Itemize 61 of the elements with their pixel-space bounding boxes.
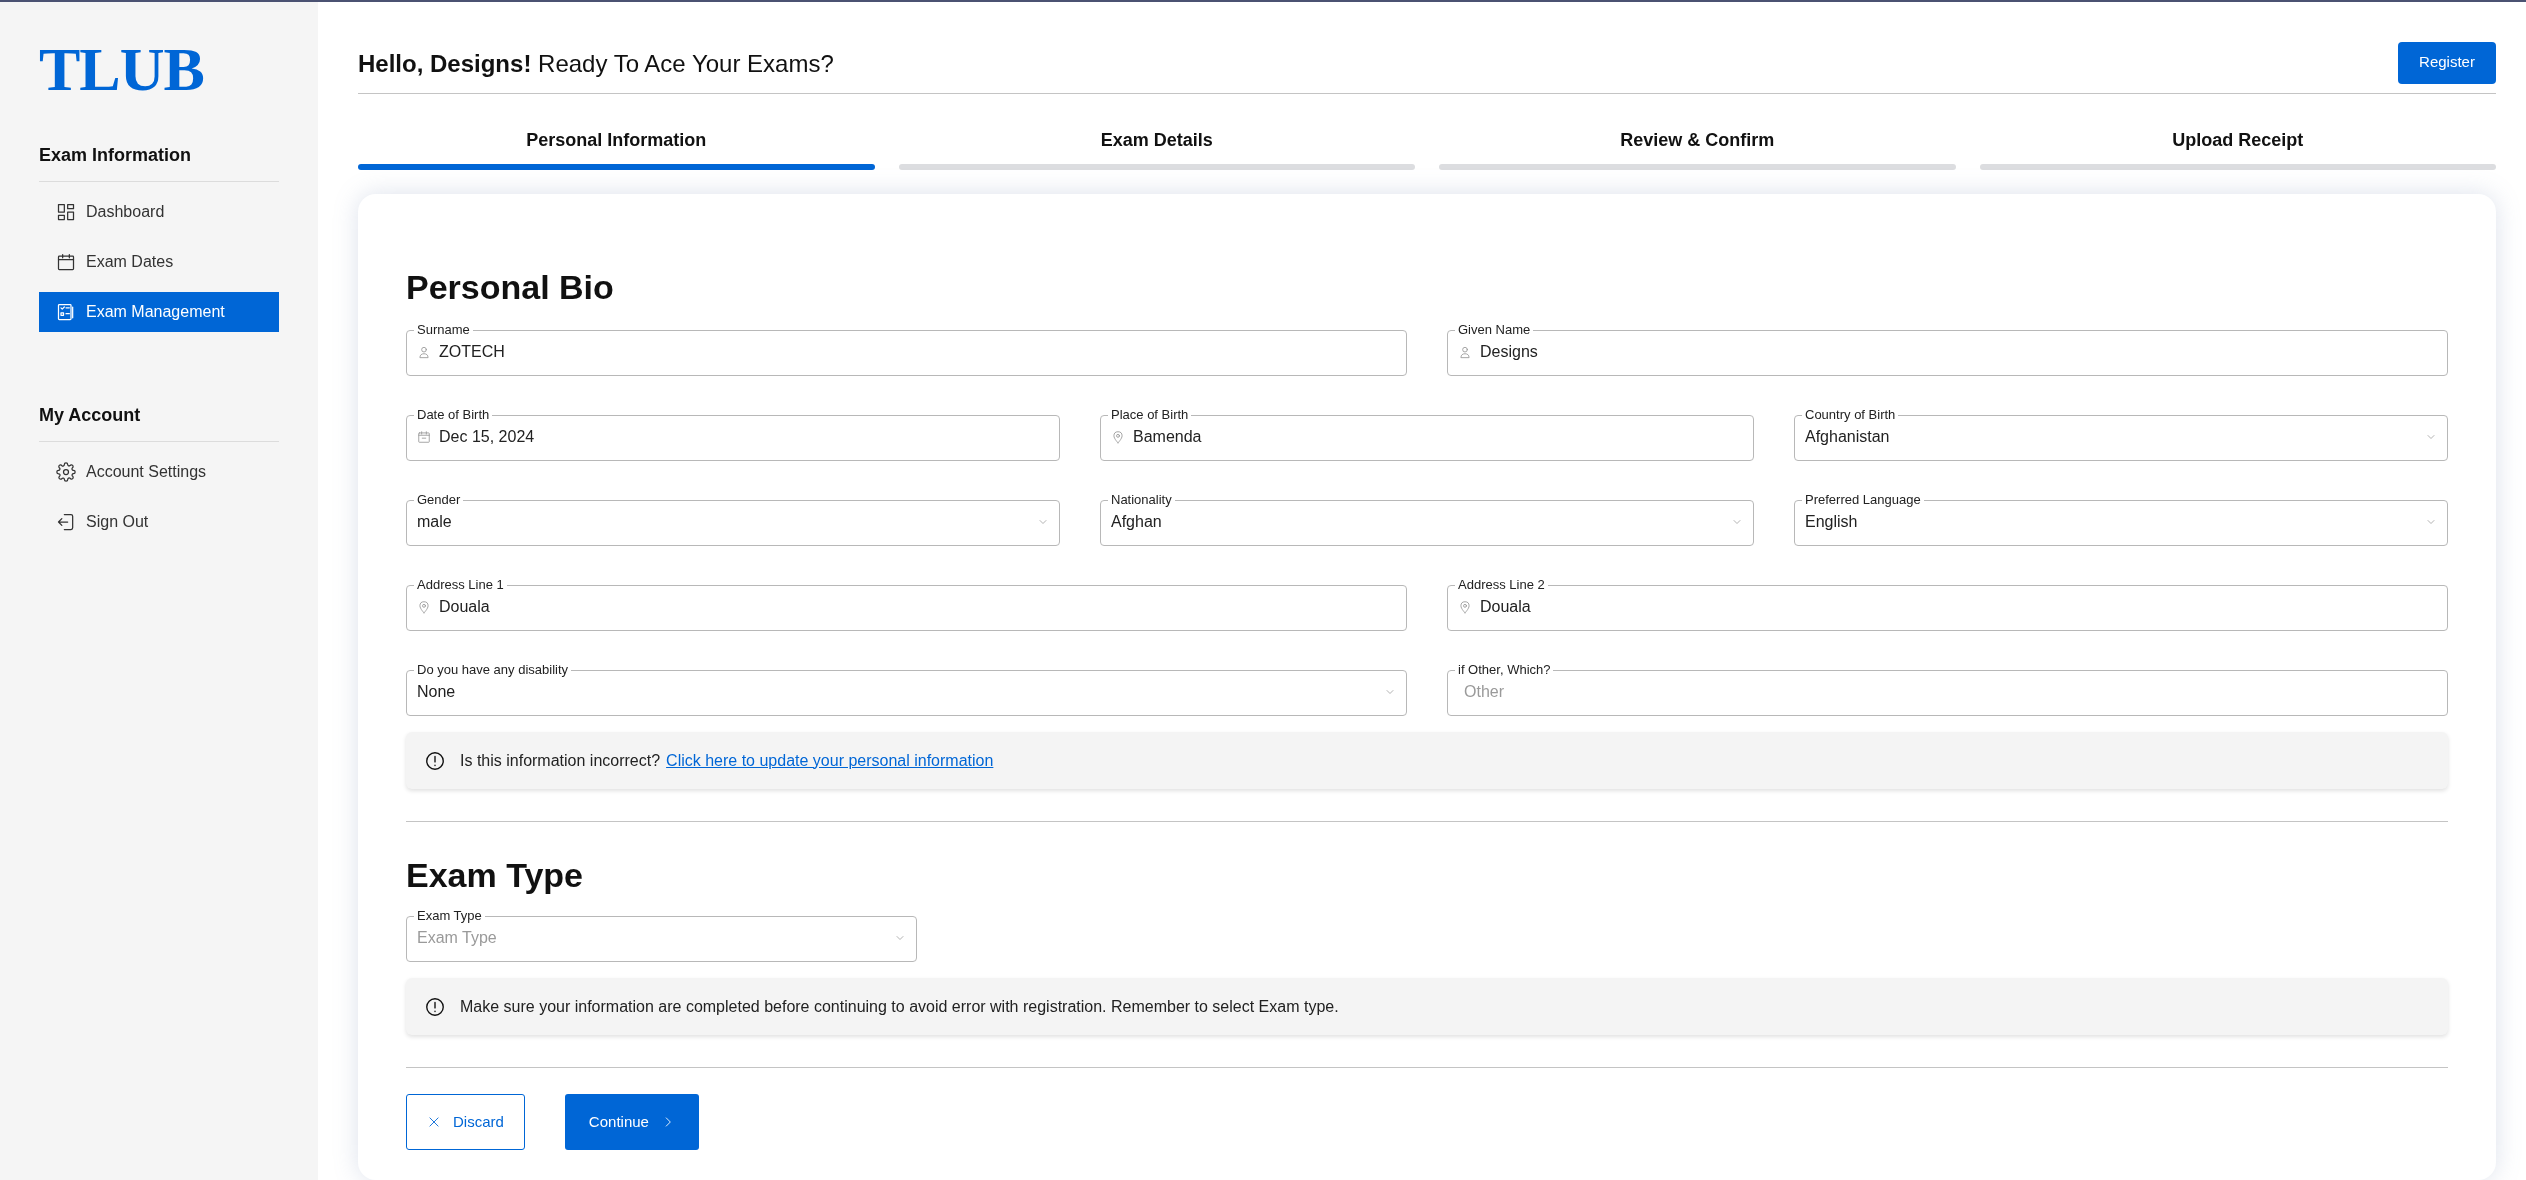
person-icon [1458, 345, 1472, 359]
dropdown-field[interactable]: Gender male [406, 492, 1060, 546]
location-pin-icon [417, 600, 431, 614]
dropdown-field[interactable]: Do you have any disability None [406, 662, 1407, 716]
section-title: Personal Bio [406, 270, 615, 304]
field-label: Country of Birth [1804, 407, 1897, 423]
text-field[interactable]: if Other, Which? Other [1447, 662, 2448, 716]
checklist-icon [56, 302, 76, 322]
field-label: Surname [416, 322, 471, 338]
field-label: if Other, Which? [1457, 662, 1552, 678]
logo: TLUB [39, 38, 205, 100]
step-tab[interactable]: Personal Information [358, 127, 875, 170]
field-label: Preferred Language [1804, 492, 1922, 508]
text-field[interactable]: Place of Birth Bamenda [1100, 407, 1754, 461]
step-tab[interactable]: Upload Receipt [1979, 127, 2496, 170]
update-link[interactable]: Click here to update your personal information [666, 748, 994, 773]
section-heading: Exam Information [39, 142, 279, 182]
field-label: Place of Birth [1110, 407, 1190, 423]
field-label: Given Name [1457, 322, 1532, 338]
sign-out-icon [56, 512, 76, 532]
dropdown-field[interactable]: Exam Type Exam Type [406, 908, 917, 962]
field-label: Address Line 1 [416, 577, 505, 593]
dashboard-icon [56, 202, 76, 222]
sidebar-item[interactable]: Dashboard [39, 192, 279, 232]
field-label: Address Line 2 [1457, 577, 1546, 593]
continue-button[interactable]: Continue [564, 1094, 699, 1150]
sidebar-item[interactable]: Sign Out [39, 502, 279, 542]
field-label: Do you have any disability [416, 662, 570, 678]
greeting-text: Hello, Designs! Ready To Ace Your Exams? [358, 48, 834, 79]
person-icon [417, 345, 431, 359]
text-field[interactable]: Address Line 1 Douala [406, 577, 1407, 631]
dropdown-field[interactable]: Country of Birth Afghanistan [1794, 407, 2448, 461]
settings-icon [56, 462, 76, 482]
section-title: Exam Type [406, 858, 584, 892]
step-tab[interactable]: Review & Confirm [1439, 127, 1956, 170]
sidebar-item[interactable]: Account Settings [39, 452, 279, 492]
field-label: Date of Birth [416, 407, 491, 423]
field-label: Exam Type [416, 908, 483, 924]
text-field[interactable]: Date of Birth Dec 15, 2024 [406, 407, 1060, 461]
info-icon [424, 749, 446, 772]
close-icon [427, 1115, 441, 1129]
field-label: Nationality [1110, 492, 1173, 508]
text-field[interactable]: Surname ZOTECH [406, 322, 1407, 376]
info-icon [424, 995, 446, 1018]
location-pin-icon [1458, 600, 1472, 614]
field-label: Gender [416, 492, 462, 508]
text-field[interactable]: Address Line 2 Douala [1447, 577, 2448, 631]
notice-text: Make sure your information are completed before continuing to avoid error with registration. Remember to select Exam type. [460, 996, 1339, 1017]
dropdown-field[interactable]: Nationality Afghan [1100, 492, 1754, 546]
discard-button[interactable]: Discard [406, 1094, 525, 1150]
sidebar-item[interactable]: Exam Management [39, 292, 279, 332]
location-pin-icon [1111, 430, 1125, 444]
notice-text: Is this information incorrect? [460, 750, 661, 771]
dropdown-field[interactable]: Preferred Language English [1794, 492, 2448, 546]
sidebar-item[interactable]: Exam Dates [39, 242, 279, 282]
calendar-icon [417, 430, 431, 444]
text-field[interactable]: Given Name Designs [1447, 322, 2448, 376]
step-tab[interactable]: Exam Details [898, 127, 1415, 170]
register-button[interactable]: Register [2398, 41, 2496, 84]
calendar-icon [56, 252, 76, 272]
section-heading: My Account [39, 402, 279, 442]
